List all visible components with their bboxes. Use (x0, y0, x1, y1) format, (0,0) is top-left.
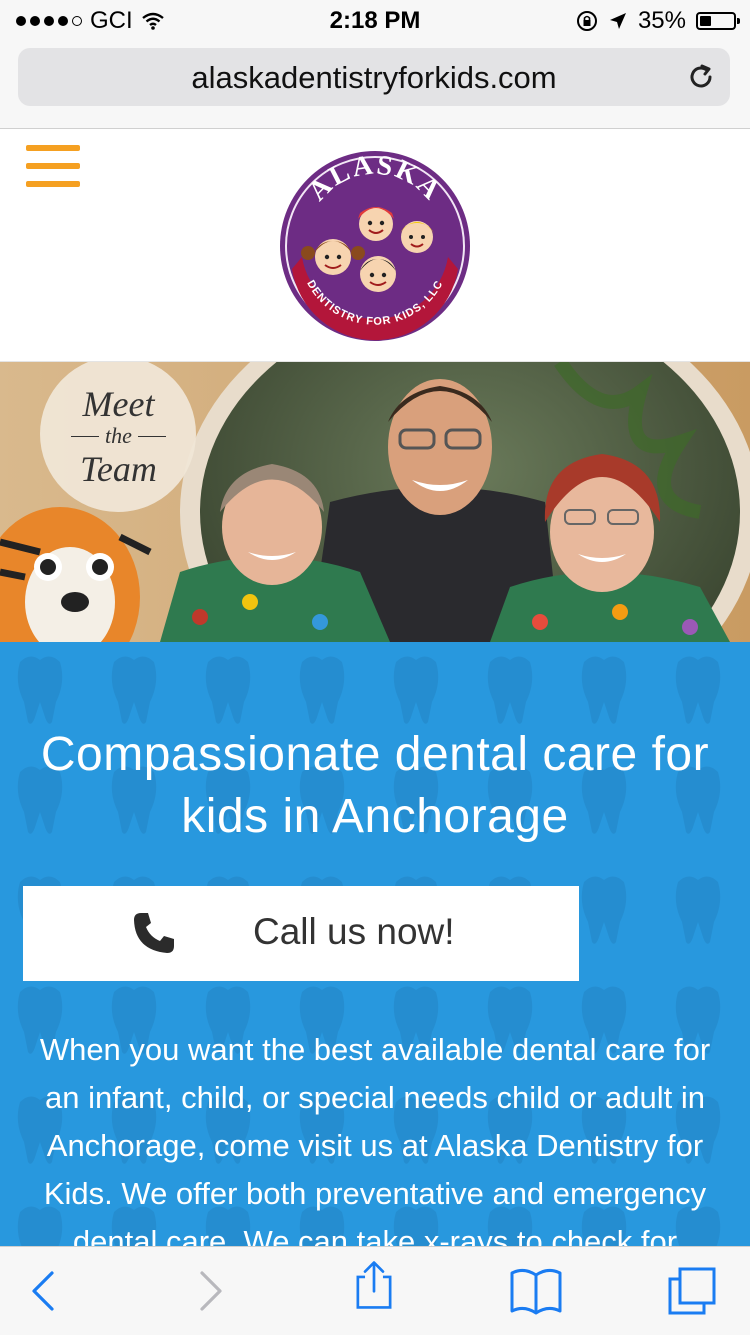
badge-line-team: Team (80, 449, 157, 489)
meet-the-team-badge: Meet the Team (56, 384, 181, 490)
address-bar[interactable]: alaskadentistryforkids.com (18, 48, 730, 106)
hamburger-menu-icon[interactable] (26, 145, 80, 189)
badge-line-the: the (56, 424, 181, 448)
badge-line-meet: Meet (82, 384, 155, 424)
phone-icon (134, 913, 174, 953)
location-icon (609, 13, 626, 29)
call-us-button[interactable]: Call us now! (23, 886, 579, 981)
back-icon[interactable] (18, 1265, 70, 1317)
forward-icon[interactable] (184, 1265, 236, 1317)
orientation-lock-icon (576, 11, 597, 31)
battery-percent: 35% (637, 7, 686, 34)
tabs-icon[interactable] (666, 1265, 718, 1317)
url-text: alaskadentistryforkids.com (191, 60, 557, 95)
reload-icon[interactable] (684, 60, 718, 94)
share-icon[interactable] (348, 1259, 400, 1311)
status-right: 35% (576, 7, 740, 35)
browser-toolbar (0, 1246, 750, 1335)
browser-address-area: alaskadentistryforkids.com (0, 40, 750, 129)
page-heading: Compassionate dental care for kids in An… (40, 728, 710, 843)
site-header: ALASKA DENTISTRY FOR KIDS, LLC (0, 129, 750, 363)
site-logo[interactable]: ALASKA DENTISTRY FOR KIDS, LLC (278, 149, 472, 343)
bookmarks-icon[interactable] (508, 1265, 564, 1317)
meet-the-team-photo: Meet the Team (0, 362, 750, 642)
intro-section: Compassionate dental care for kids in An… (0, 642, 750, 1246)
battery-icon (696, 12, 740, 30)
call-button-label: Call us now! (253, 911, 455, 952)
intro-paragraph: When you want the best available dental … (39, 1032, 711, 1246)
status-bar: GCI 2:18 PM 35% (0, 0, 750, 40)
